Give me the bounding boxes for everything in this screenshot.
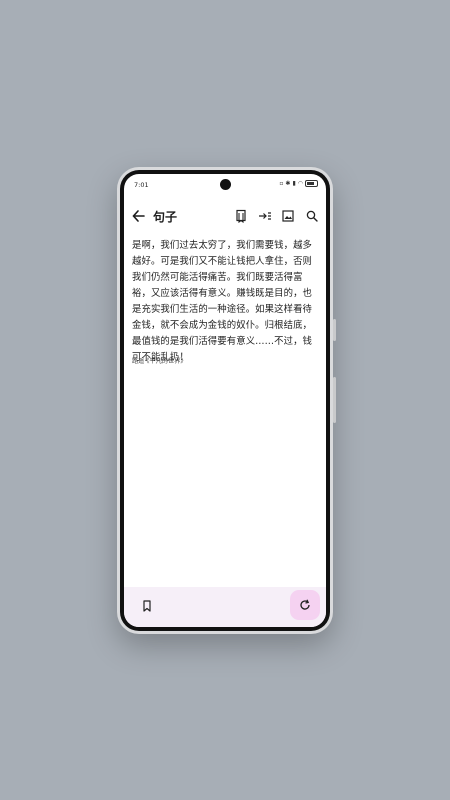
search-icon[interactable] <box>305 209 319 223</box>
app-bar: 句子 <box>124 204 326 230</box>
volume-button <box>333 377 336 423</box>
signal-icon: ▮ <box>292 180 296 187</box>
book-icon[interactable] <box>234 209 248 223</box>
nfc-icon: ▫ <box>279 180 284 187</box>
status-time: 7:01 <box>134 181 149 189</box>
image-icon[interactable] <box>281 209 295 223</box>
quote-text: 是啊，我们过去太穷了，我们需要钱，越多越好。可是我们又不能让钱把人拿住，否则我们… <box>132 240 313 363</box>
share-icon[interactable] <box>258 209 272 223</box>
page-title: 句子 <box>153 210 178 224</box>
wifi-icon: ◠ <box>297 180 303 187</box>
bluetooth-icon: ✱ <box>285 180 291 187</box>
bottom-bar <box>124 587 326 627</box>
status-icons: ▫ ✱ ▮ ◠ <box>279 180 318 187</box>
bezel: 7:01 ▫ ✱ ▮ ◠ 句子 是啊，我们过去太穷了，我们需要钱，越多越好。可是… <box>120 170 330 631</box>
bookmark-icon[interactable] <box>140 599 154 613</box>
battery-icon <box>305 180 318 187</box>
power-button <box>333 319 336 341</box>
status-bar: 7:01 ▫ ✱ ▮ ◠ <box>124 174 326 194</box>
quote-source: 路遥·《平凡的世界》 <box>132 358 187 365</box>
arrow-left-icon[interactable] <box>132 208 146 224</box>
refresh-button[interactable] <box>290 590 320 620</box>
front-camera <box>220 179 231 190</box>
refresh-icon <box>300 599 310 610</box>
phone-frame: 7:01 ▫ ✱ ▮ ◠ 句子 是啊，我们过去太穷了，我们需要钱，越多越好。可是… <box>117 167 336 634</box>
screen: 7:01 ▫ ✱ ▮ ◠ 句子 是啊，我们过去太穷了，我们需要钱，越多越好。可是… <box>124 174 326 627</box>
